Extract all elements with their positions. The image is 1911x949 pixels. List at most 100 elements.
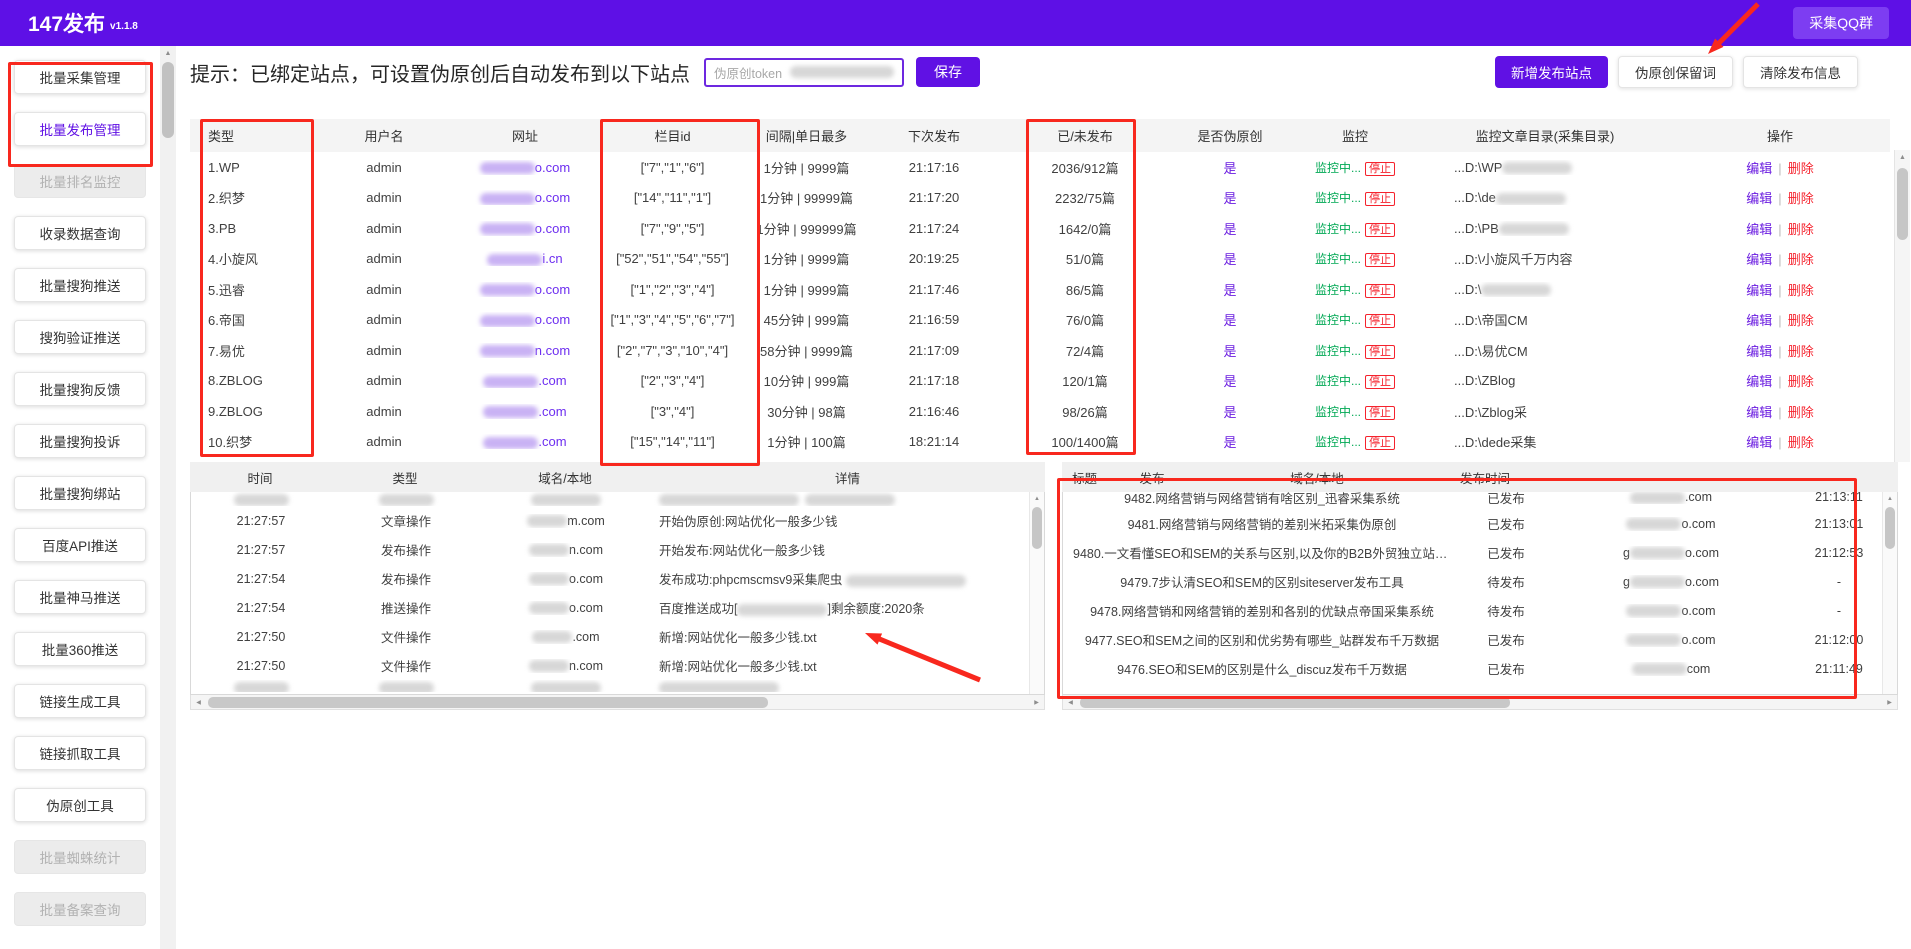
- scroll-up-icon[interactable]: ▲: [1895, 150, 1910, 161]
- article-domain: go.com: [1561, 546, 1781, 560]
- sidebar-item[interactable]: 批量搜狗推送: [14, 268, 146, 302]
- scrollbar-thumb[interactable]: [1885, 507, 1895, 549]
- site-url-link[interactable]: .com: [450, 434, 600, 449]
- sidebar-item[interactable]: 搜狗验证推送: [14, 320, 146, 354]
- edit-link[interactable]: 编辑: [1746, 222, 1772, 237]
- sidebar-item[interactable]: 收录数据查询: [14, 216, 146, 250]
- stop-button[interactable]: 停止: [1365, 284, 1395, 298]
- site-url-link[interactable]: o.com: [450, 190, 600, 205]
- site-url-link[interactable]: .com: [450, 373, 600, 388]
- scroll-up-icon[interactable]: ▲: [160, 46, 176, 57]
- stop-button[interactable]: 停止: [1365, 436, 1395, 450]
- add-publish-site-button[interactable]: 新增发布站点: [1495, 56, 1608, 88]
- log-vertical-scrollbar[interactable]: ▲: [1029, 492, 1044, 694]
- scroll-right-icon[interactable]: ▶: [1882, 699, 1897, 706]
- domain-suffix: n.com: [569, 543, 603, 557]
- article-vertical-scrollbar[interactable]: ▲: [1882, 492, 1897, 694]
- delete-link[interactable]: 删除: [1788, 405, 1814, 420]
- site-url-link[interactable]: i.cn: [450, 251, 600, 266]
- sidebar-item[interactable]: 批量搜狗投诉: [14, 424, 146, 458]
- stop-button[interactable]: 停止: [1365, 406, 1395, 420]
- site-url-link[interactable]: o.com: [450, 221, 600, 236]
- sidebar-item[interactable]: 批量采集管理: [14, 60, 146, 94]
- edit-link[interactable]: 编辑: [1746, 252, 1772, 267]
- domain-suffix: o.com: [1685, 546, 1719, 560]
- sidebar-item[interactable]: 批量360推送: [14, 632, 146, 666]
- edit-link[interactable]: 编辑: [1746, 435, 1772, 450]
- site-url-link[interactable]: .com: [450, 404, 600, 419]
- delete-link[interactable]: 删除: [1788, 283, 1814, 298]
- stop-button[interactable]: 停止: [1365, 375, 1395, 389]
- scroll-left-icon[interactable]: ◀: [1063, 699, 1078, 706]
- delete-link[interactable]: 删除: [1788, 252, 1814, 267]
- sidebar-item[interactable]: 批量蜘蛛统计: [14, 840, 146, 874]
- site-monitor-directory: ...D:\Zblog采: [1420, 402, 1670, 421]
- table-vertical-scrollbar[interactable]: ▲: [1894, 150, 1910, 462]
- site-username: admin: [318, 373, 450, 388]
- site-type: 7.易优: [190, 341, 318, 360]
- scroll-right-icon[interactable]: ▶: [1029, 699, 1044, 706]
- site-monitor-cell: 监控中...停止: [1290, 250, 1420, 267]
- pseudo-original-reserved-words-button[interactable]: 伪原创保留词: [1618, 56, 1733, 88]
- sidebar-item[interactable]: 批量备案查询: [14, 892, 146, 926]
- stop-button[interactable]: 停止: [1365, 314, 1395, 328]
- delete-link[interactable]: 删除: [1788, 313, 1814, 328]
- scrollbar-thumb[interactable]: [1080, 697, 1510, 708]
- scrollbar-thumb[interactable]: [1897, 168, 1908, 240]
- save-button[interactable]: 保存: [916, 57, 980, 87]
- sidebar-item[interactable]: 批量神马推送: [14, 580, 146, 614]
- blurred-domain: [1626, 634, 1681, 646]
- site-url-link[interactable]: o.com: [450, 312, 600, 327]
- sidebar-item[interactable]: 链接抓取工具: [14, 736, 146, 770]
- article-horizontal-scrollbar[interactable]: ◀ ▶: [1062, 695, 1898, 710]
- sidebar-item[interactable]: 百度API推送: [14, 528, 146, 562]
- edit-link[interactable]: 编辑: [1746, 191, 1772, 206]
- delete-link[interactable]: 删除: [1788, 161, 1814, 176]
- main-vertical-scrollbar[interactable]: ▲: [160, 46, 176, 949]
- scroll-up-icon[interactable]: ▲: [1883, 492, 1897, 502]
- delete-link[interactable]: 删除: [1788, 344, 1814, 359]
- clear-publish-info-button[interactable]: 清除发布信息: [1743, 56, 1858, 88]
- stop-button[interactable]: 停止: [1365, 345, 1395, 359]
- site-table: 类型 用户名 网址 栏目id 间隔|单日最多 下次发布 已/未发布 是否伪原创 …: [190, 119, 1890, 457]
- tip-row: 提示：已绑定站点，可设置伪原创后自动发布到以下站点 伪原创token 保存: [190, 54, 980, 90]
- edit-link[interactable]: 编辑: [1746, 405, 1772, 420]
- sidebar-item[interactable]: 链接生成工具: [14, 684, 146, 718]
- article-status: 待发布: [1451, 572, 1561, 591]
- edit-link[interactable]: 编辑: [1746, 374, 1772, 389]
- sidebar-item[interactable]: 批量排名监控: [14, 164, 146, 198]
- edit-link[interactable]: 编辑: [1746, 344, 1772, 359]
- stop-button[interactable]: 停止: [1365, 223, 1395, 237]
- stop-button[interactable]: 停止: [1365, 192, 1395, 206]
- scroll-up-icon[interactable]: ▲: [1030, 492, 1044, 502]
- domain-suffix: o.com: [569, 601, 603, 615]
- stop-button[interactable]: 停止: [1365, 253, 1395, 267]
- site-url-link[interactable]: o.com: [450, 282, 600, 297]
- site-url-link[interactable]: o.com: [450, 160, 600, 175]
- blurred-url: [480, 162, 535, 174]
- qq-group-button[interactable]: 采集QQ群: [1793, 7, 1889, 39]
- scrollbar-thumb[interactable]: [162, 62, 174, 138]
- delete-link[interactable]: 删除: [1788, 435, 1814, 450]
- site-username: admin: [318, 190, 450, 205]
- site-url-link[interactable]: n.com: [450, 343, 600, 358]
- sidebar-item[interactable]: 批量发布管理: [14, 112, 146, 146]
- edit-link[interactable]: 编辑: [1746, 283, 1772, 298]
- log-domain: .com: [481, 630, 651, 644]
- edit-link[interactable]: 编辑: [1746, 161, 1772, 176]
- scroll-left-icon[interactable]: ◀: [191, 699, 206, 706]
- delete-link[interactable]: 删除: [1788, 222, 1814, 237]
- url-suffix: .com: [538, 404, 566, 419]
- delete-link[interactable]: 删除: [1788, 374, 1814, 389]
- sidebar-item[interactable]: 批量搜狗绑站: [14, 476, 146, 510]
- sidebar-item[interactable]: 批量搜狗反馈: [14, 372, 146, 406]
- log-horizontal-scrollbar[interactable]: ◀ ▶: [190, 695, 1045, 710]
- site-monitor-cell: 监控中...停止: [1290, 311, 1420, 328]
- scrollbar-thumb[interactable]: [1032, 507, 1042, 549]
- scrollbar-thumb[interactable]: [208, 697, 768, 708]
- pseudo-original-token-input[interactable]: 伪原创token: [704, 58, 904, 87]
- delete-link[interactable]: 删除: [1788, 191, 1814, 206]
- stop-button[interactable]: 停止: [1365, 162, 1395, 176]
- sidebar-item[interactable]: 伪原创工具: [14, 788, 146, 822]
- edit-link[interactable]: 编辑: [1746, 313, 1772, 328]
